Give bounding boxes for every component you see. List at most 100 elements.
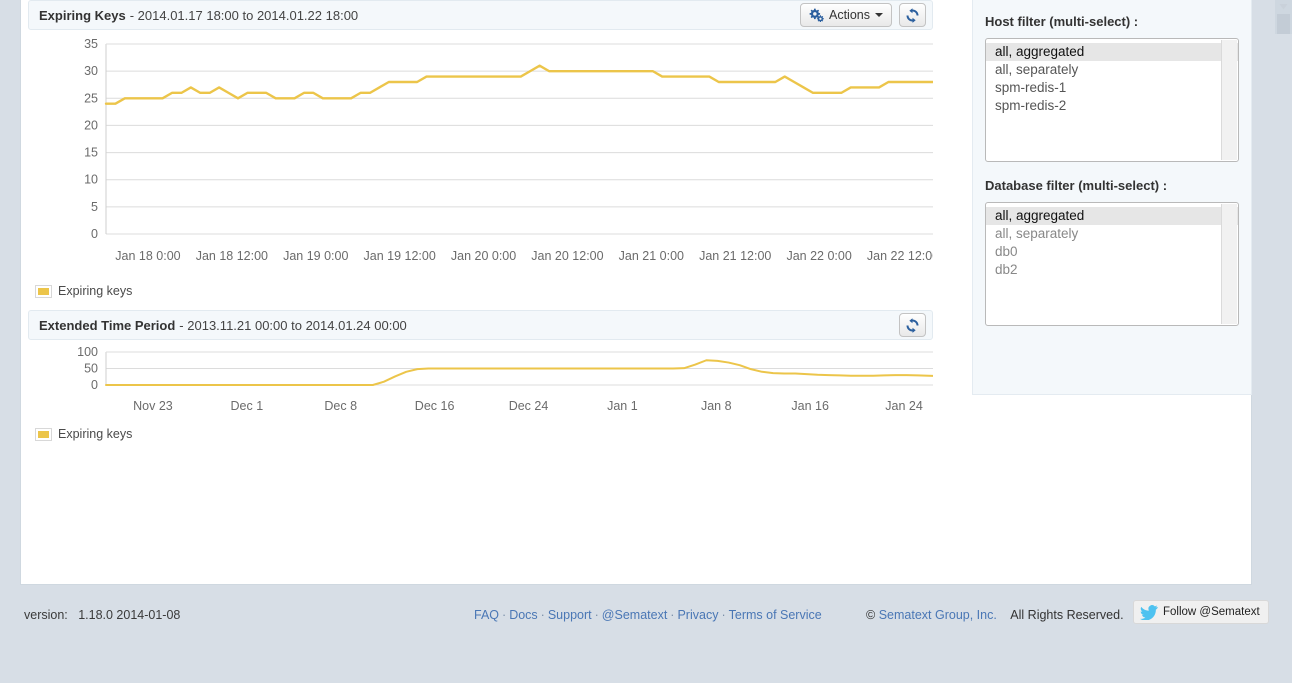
database-option-db2[interactable]: db2 [986,261,1238,279]
refresh-icon [905,317,920,333]
host-option-spm-redis-2[interactable]: spm-redis-2 [986,97,1238,115]
panel-extended-time-period: Extended Time Period - 2013.11.21 00:00 … [28,310,933,441]
footer-row: version: 1.18.0 2014-01-08 FAQ · Docs · Supp… [0,600,1292,628]
database-filter-scrollbar[interactable] [1221,204,1237,324]
link-separator: · [721,608,726,622]
legend-swatch [35,284,52,298]
host-filter-block: Host filter (multi-select) : all, aggreg… [985,14,1239,162]
twitter-follow-label: Follow @Sematext [1163,606,1260,618]
svg-text:Dec 1: Dec 1 [231,399,264,413]
version-info: version: 1.18.0 2014-01-08 [24,608,180,622]
filters-sidebar: Host filter (multi-select) : all, aggreg… [972,0,1252,395]
chart-extended-time-period[interactable]: 0 50 100 Nov 23 Dec 1 Dec 8 Dec 16 Dec 24 Jan 1 J… [28,340,933,441]
footer-links: FAQ · Docs · Support · @Sematext · Privacy · Terms… [474,608,822,622]
svg-text:5: 5 [91,200,98,214]
svg-text:15: 15 [84,146,98,160]
actions-button[interactable]: Actions [800,3,892,27]
version-label: version: [24,608,68,622]
svg-text:Jan 22 12:00: Jan 22 12:00 [867,249,933,263]
svg-text:Dec 8: Dec 8 [324,399,357,413]
legend-label: Expiring keys [58,284,133,298]
svg-text:30: 30 [84,64,98,78]
panel-expiring-keys: Expiring Keys - 2014.01.17 18:00 to 2014… [28,0,933,298]
svg-text:Jan 19 12:00: Jan 19 12:00 [364,249,436,263]
footer-copyright: © Sematext Group, Inc. All Rights Reserv… [866,608,1124,622]
version-value: 1.18.0 2014-01-08 [78,608,181,622]
database-filter-listbox[interactable]: all, aggregated all, separately db0 db2 [985,202,1239,326]
chevron-down-icon[interactable] [1277,0,1290,13]
page-scrollbar[interactable] [1275,0,1292,34]
database-option-all-separately[interactable]: all, separately [986,225,1238,243]
database-option-db0[interactable]: db0 [986,243,1238,261]
svg-text:Jan 21 0:00: Jan 21 0:00 [619,249,684,263]
copyright-symbol: © [866,608,876,622]
footer-link-docs[interactable]: Docs [509,608,537,622]
svg-text:Jan 20 0:00: Jan 20 0:00 [451,249,516,263]
link-separator: · [670,608,675,622]
host-filter-options: all, aggregated all, separately spm-redi… [986,39,1238,115]
range-dash: - [179,317,184,333]
link-separator: · [502,608,507,622]
svg-text:Jan 20 12:00: Jan 20 12:00 [531,249,603,263]
link-separator: · [594,608,599,622]
svg-text:Jan 8: Jan 8 [701,399,732,413]
chart-canvas-1[interactable]: 0 5 10 15 20 25 30 35 Jan 18 0:00 Jan 18 12:00 Jan… [28,30,933,282]
host-filter-scrollbar[interactable] [1221,40,1237,160]
svg-text:Jan 22 0:00: Jan 22 0:00 [786,249,851,263]
svg-text:20: 20 [84,118,98,132]
twitter-bird-icon [1140,604,1158,620]
svg-text:35: 35 [84,37,98,51]
scrollbar-thumb[interactable] [1277,14,1290,34]
app-page: Expiring Keys - 2014.01.17 18:00 to 2014… [0,0,1292,683]
footer-link-faq[interactable]: FAQ [474,608,499,622]
chart-legend-1: Expiring keys [28,284,933,298]
svg-text:Jan 19 0:00: Jan 19 0:00 [283,249,348,263]
panel-header: Extended Time Period - 2013.11.21 00:00 … [28,310,933,340]
legend-swatch [35,427,52,441]
range-text: 2013.11.21 00:00 to 2014.01.24 00:00 [187,317,407,333]
svg-text:Jan 24: Jan 24 [885,399,923,413]
refresh-icon [905,7,920,23]
svg-text:0: 0 [91,378,98,392]
svg-text:Jan 18 0:00: Jan 18 0:00 [115,249,180,263]
footer-link-support[interactable]: Support [548,608,592,622]
refresh-button[interactable] [899,313,926,337]
chart-expiring-keys[interactable]: 0 5 10 15 20 25 30 35 Jan 18 0:00 Jan 18 12:00 Jan… [28,30,933,298]
chevron-down-icon [875,13,883,17]
rights-text: All Rights Reserved. [1010,608,1124,622]
twitter-follow-button[interactable]: Follow @Sematext [1133,600,1269,624]
panel-header: Expiring Keys - 2014.01.17 18:00 to 2014… [28,0,933,30]
link-separator: · [540,608,545,622]
footer-link-sematext[interactable]: @Sematext [602,608,668,622]
svg-text:Jan 18 12:00: Jan 18 12:00 [196,249,268,263]
charts-column: Expiring Keys - 2014.01.17 18:00 to 2014… [28,0,933,445]
host-filter-label: Host filter (multi-select) : [985,14,1139,29]
svg-text:Jan 21 12:00: Jan 21 12:00 [699,249,771,263]
svg-text:100: 100 [77,345,98,359]
panel-toolbar: Actions [800,3,926,27]
chart-canvas-2[interactable]: 0 50 100 Nov 23 Dec 1 Dec 8 Dec 16 Dec 24 Jan 1 J… [28,340,933,425]
svg-text:50: 50 [84,362,98,376]
footer-link-privacy[interactable]: Privacy [677,608,718,622]
panel-title: Extended Time Period [39,317,176,333]
legend-label: Expiring keys [58,427,133,441]
refresh-button[interactable] [899,3,926,27]
company-link[interactable]: Sematext Group, Inc. [879,608,997,622]
footer-link-terms[interactable]: Terms of Service [729,608,822,622]
database-filter-block: Database filter (multi-select) : all, ag… [985,178,1239,326]
host-option-all-aggregated[interactable]: all, aggregated [986,43,1238,61]
page-footer: version: 1.18.0 2014-01-08 FAQ · Docs · Supp… [0,586,1292,683]
svg-text:Nov 23: Nov 23 [133,399,173,413]
actions-button-label: Actions [829,8,870,22]
host-filter-listbox[interactable]: all, aggregated all, separately spm-redi… [985,38,1239,162]
svg-text:Dec 16: Dec 16 [415,399,455,413]
svg-text:0: 0 [91,227,98,241]
svg-text:Jan 16: Jan 16 [791,399,829,413]
database-filter-options: all, aggregated all, separately db0 db2 [986,203,1238,279]
host-option-spm-redis-1[interactable]: spm-redis-1 [986,79,1238,97]
host-option-all-separately[interactable]: all, separately [986,61,1238,79]
database-option-all-aggregated[interactable]: all, aggregated [986,207,1238,225]
range-text: 2014.01.17 18:00 to 2014.01.22 18:00 [137,7,359,23]
svg-text:25: 25 [84,91,98,105]
panel-toolbar [899,313,926,337]
